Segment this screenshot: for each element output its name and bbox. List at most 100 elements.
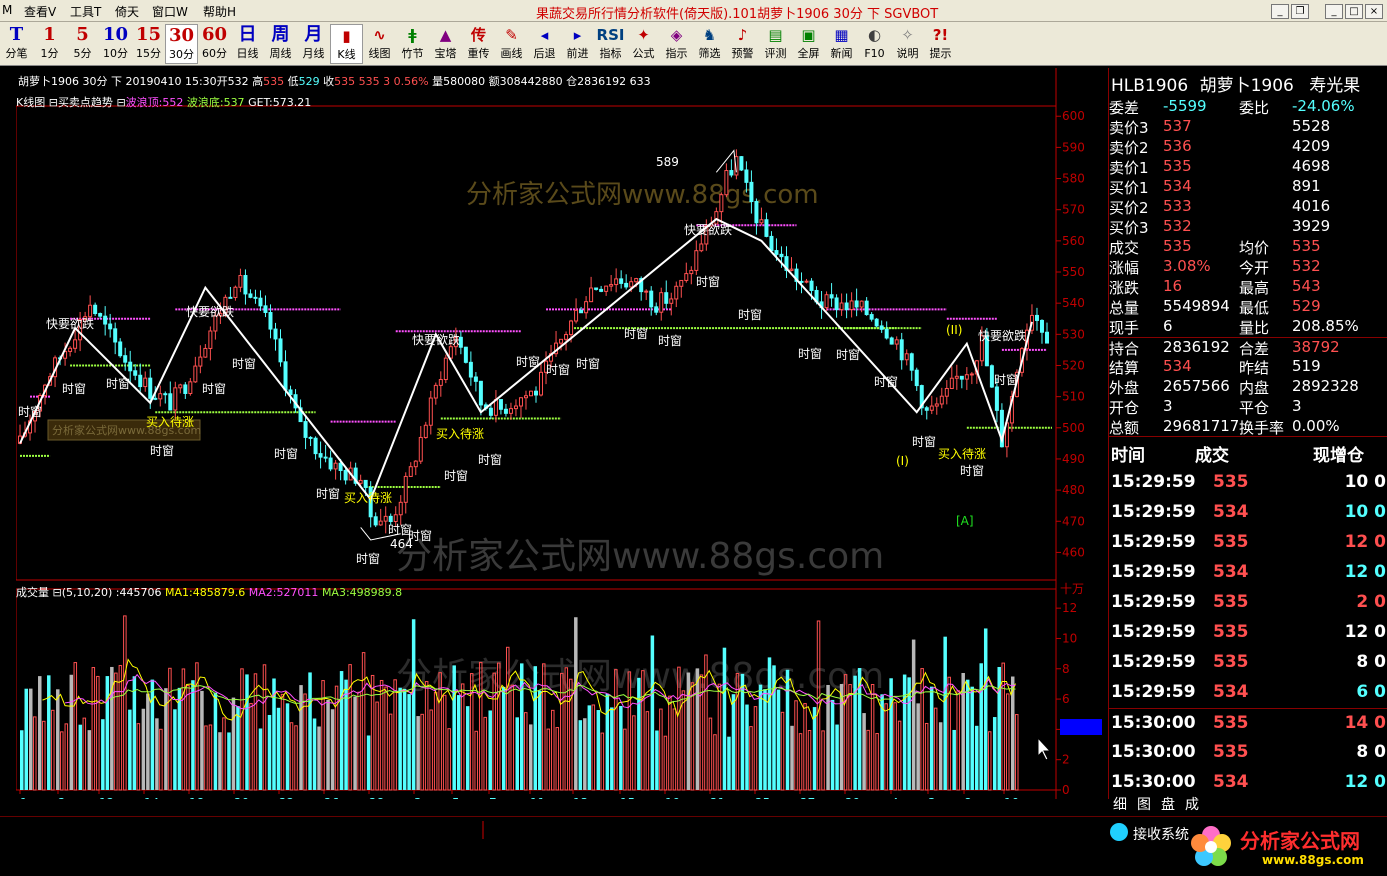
volume-bar-down bbox=[970, 686, 974, 790]
menu-bar: M 查看V 工具T 倚天 窗口W 帮助H 果蔬交易所行情分析软件(倚天版).10… bbox=[0, 0, 1387, 22]
toolbar-button-0[interactable]: T 分笔 bbox=[0, 24, 33, 64]
toolbar-button-4[interactable]: 15 15分 bbox=[132, 24, 165, 64]
toolbar-button-2[interactable]: 5 5分 bbox=[66, 24, 99, 64]
toolbar-button-icon: 5 bbox=[76, 24, 89, 45]
toolbar-button-26[interactable]: ◐ F10 bbox=[858, 24, 891, 64]
kline-chart[interactable]: 6005905805705605505405305205105004904804… bbox=[16, 68, 1107, 799]
quote-value-2: 529 bbox=[1292, 297, 1321, 315]
volume-bar-down bbox=[267, 714, 272, 790]
volume-bar-up bbox=[361, 652, 366, 791]
toolbar-button-16[interactable]: ◂ 后退 bbox=[528, 24, 561, 64]
toolbar-button-20[interactable]: ◈ 指示 bbox=[660, 24, 693, 64]
toolbar-button-21[interactable]: ♞ 筛选 bbox=[693, 24, 726, 64]
panel-tab-2[interactable]: 盘 bbox=[1161, 797, 1175, 813]
minimize-icon-button[interactable]: _ bbox=[1325, 4, 1343, 19]
menu-item-file[interactable]: M bbox=[2, 3, 12, 17]
toolbar-button-3[interactable]: 10 10分 bbox=[99, 24, 132, 64]
toolbar-button-13[interactable]: ▲ 宝塔 bbox=[429, 24, 462, 64]
price-tick-label: 480 bbox=[1062, 483, 1085, 497]
wave-label-ii: (II) bbox=[946, 323, 962, 337]
candle-up bbox=[969, 373, 974, 376]
volume-bar-down bbox=[177, 687, 182, 790]
toolbar-button-1[interactable]: 1 1分 bbox=[33, 24, 66, 64]
quote-row: 总额 29681717 换手率 0.00% bbox=[1109, 417, 1387, 437]
toolbar-button-5[interactable]: 30 30分 bbox=[165, 24, 198, 64]
volume-bar-up bbox=[591, 704, 596, 791]
toolbar-button-18[interactable]: RSI 指标 bbox=[594, 24, 627, 64]
volume-bar-up bbox=[780, 711, 785, 791]
candle-up bbox=[759, 219, 764, 224]
date-tick-label: 12 bbox=[99, 796, 114, 799]
toolbar-button-8[interactable]: 周周线 bbox=[264, 24, 297, 64]
candle-down bbox=[774, 250, 779, 255]
price-tick-label: 580 bbox=[1062, 172, 1085, 186]
volume-bar-down bbox=[776, 689, 781, 790]
price-tick-label: 590 bbox=[1062, 140, 1085, 154]
toolbar-button-23[interactable]: ▤ 评测 bbox=[759, 24, 792, 64]
volume-bar-down bbox=[236, 706, 240, 790]
toolbar-button-19[interactable]: ✦ 公式 bbox=[627, 24, 660, 64]
volume-bar-up bbox=[280, 693, 285, 791]
volume-bar-up bbox=[348, 664, 352, 791]
toolbar-button-11[interactable]: ∿ 线图 bbox=[363, 24, 396, 64]
toolbar-button-15[interactable]: ✎ 画线 bbox=[495, 24, 528, 64]
time-window-signal: 时窗 bbox=[274, 447, 298, 461]
candle-down bbox=[488, 407, 493, 416]
quote-value-2: -24.06% bbox=[1292, 97, 1355, 115]
candle-up bbox=[804, 280, 809, 283]
quote-label-2: 最高 bbox=[1239, 279, 1270, 297]
candle-up bbox=[904, 353, 909, 361]
mouse-cursor-icon bbox=[1037, 736, 1052, 761]
panel-tab-1[interactable]: 图 bbox=[1137, 797, 1151, 813]
toolbar-button-22[interactable]: ♪ 预警 bbox=[726, 24, 759, 64]
volume-bar-up bbox=[384, 686, 388, 791]
menu-item-view[interactable]: 查看V bbox=[24, 3, 56, 20]
toolbar-button-28[interactable]: ?! 提示 bbox=[924, 24, 957, 64]
panel-tab-0[interactable]: 细 bbox=[1113, 797, 1127, 813]
indicator-toggle-icon[interactable]: ⊟ bbox=[49, 96, 58, 109]
toolbar-button-25[interactable]: ▦ 新闻 bbox=[825, 24, 858, 64]
toolbar-button-12[interactable]: ǂ 竹节 bbox=[396, 24, 429, 64]
toolbar-button-icon: ✎ bbox=[505, 26, 518, 44]
minimize-button[interactable]: _ bbox=[1271, 4, 1289, 19]
tick-volume: 2 0 bbox=[1356, 592, 1386, 612]
toolbar-button-10[interactable]: ▮ K线 bbox=[330, 24, 363, 64]
info-open: 532 bbox=[227, 75, 249, 88]
restore-button[interactable]: ❐ bbox=[1291, 4, 1309, 19]
menu-item-yitian[interactable]: 倚天 bbox=[115, 3, 139, 20]
candle-down bbox=[183, 384, 188, 394]
volume-bar-down bbox=[29, 688, 33, 790]
toolbar-button-6[interactable]: 60 60分 bbox=[198, 24, 231, 64]
volume-toggle-icon[interactable]: ⊟ bbox=[53, 586, 62, 599]
panel-tab-3[interactable]: 成 bbox=[1185, 797, 1199, 813]
toolbar-button-24[interactable]: ▣ 全屏 bbox=[792, 24, 825, 64]
chart-area[interactable]: 600 590 580 570 560 550 540 530 520 510 500 490 480 4… bbox=[16, 68, 1107, 799]
toolbar-button-9[interactable]: 月月线 bbox=[297, 24, 330, 64]
ticks-header-vol: 现增仓 bbox=[1313, 446, 1364, 466]
toolbar-button-27[interactable]: ✧ 说明 bbox=[891, 24, 924, 64]
toolbar-button-17[interactable]: ▸ 前进 bbox=[561, 24, 594, 64]
maximize-button[interactable]: □ bbox=[1345, 4, 1363, 19]
volume-bar-down bbox=[344, 679, 348, 790]
menu-item-window[interactable]: 窗口W bbox=[152, 3, 188, 20]
candle-down bbox=[123, 355, 128, 363]
candle-down bbox=[278, 338, 283, 363]
menu-item-help[interactable]: 帮助H bbox=[203, 3, 236, 20]
toolbar-button-7[interactable]: 日日线 bbox=[231, 24, 264, 64]
date-tick-label: 28 bbox=[369, 796, 384, 799]
menu-item-tools[interactable]: 工具T bbox=[70, 3, 101, 20]
volume-bar-up bbox=[632, 715, 636, 791]
tick-time: 15:29:59 bbox=[1111, 472, 1196, 492]
toolbar-button-icon: 传 bbox=[470, 26, 486, 44]
volume-bar-up bbox=[524, 712, 528, 791]
volume-bar-up bbox=[96, 675, 100, 791]
volume-bar-down bbox=[835, 724, 839, 790]
volume-bar-up bbox=[289, 722, 294, 791]
indicator-toggle2-icon[interactable]: ⊟ bbox=[116, 96, 125, 109]
tick-row: 15:29:59 534 6 0 bbox=[1109, 678, 1387, 708]
close-button[interactable]: × bbox=[1365, 4, 1383, 19]
volume-bar-down bbox=[227, 732, 231, 790]
toolbar-button-label: 筛选 bbox=[698, 47, 721, 60]
indicator-title: K线图 bbox=[16, 96, 46, 109]
toolbar-button-14[interactable]: 传重传 bbox=[462, 24, 495, 64]
